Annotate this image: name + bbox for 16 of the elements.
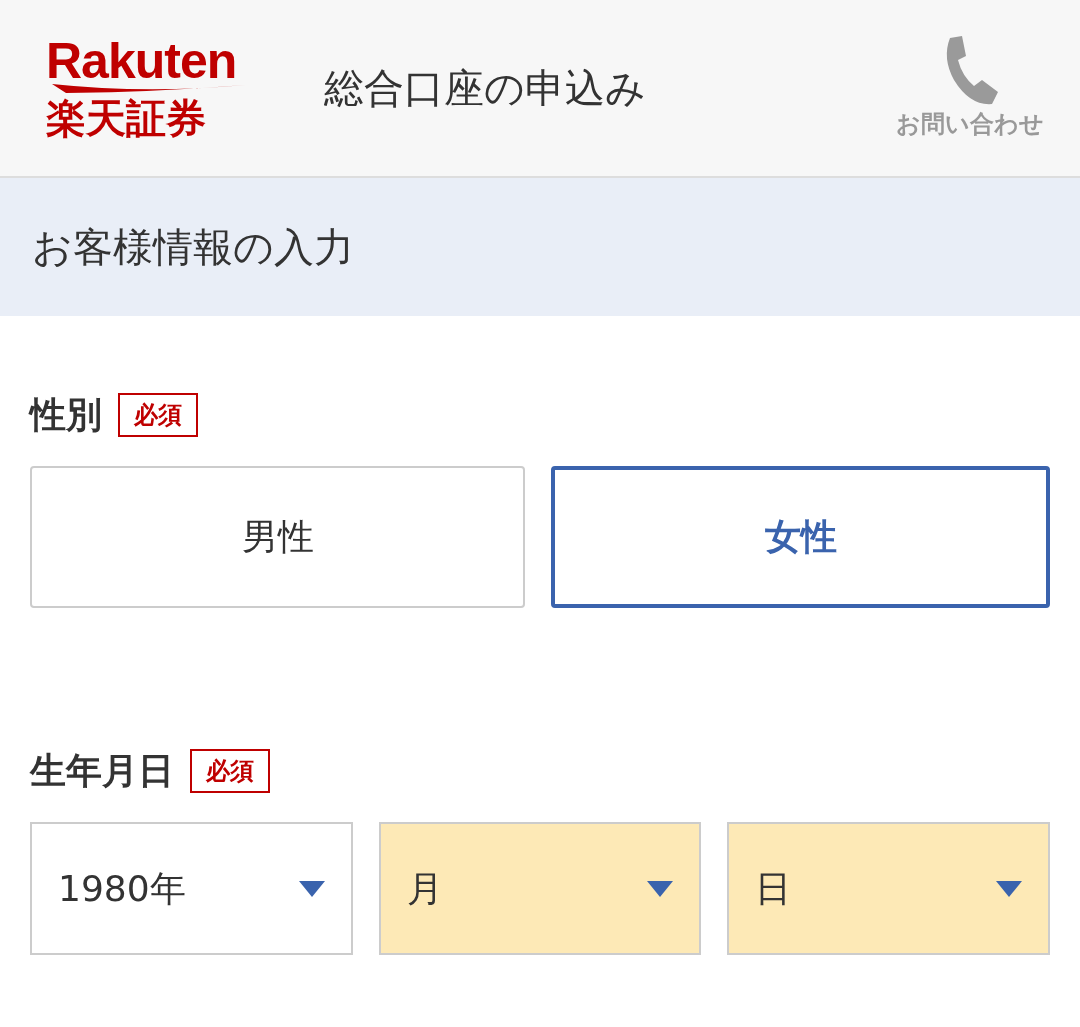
select-field[interactable]: 1980年: [30, 822, 353, 955]
caret-icon: [647, 880, 674, 897]
company-name: 楽天証券: [46, 96, 207, 140]
brand-logo-text: Rakuten: [46, 36, 238, 86]
caret-icon: [996, 880, 1022, 897]
caret-icon: [298, 880, 325, 897]
select-field[interactable]: 日: [727, 822, 1050, 955]
field-label: 生年月日: [30, 749, 174, 793]
select-field[interactable]: 月: [378, 822, 702, 955]
required-tag: 必須: [118, 392, 198, 438]
required-tag: 必須: [190, 748, 270, 794]
option-button[interactable]: 女性: [551, 466, 1050, 608]
field-label: 性別: [30, 393, 102, 437]
section-title: お客様情報の入力: [0, 178, 1080, 316]
option-button[interactable]: 男性: [30, 466, 525, 608]
page-title: 総合口座の申込み: [324, 64, 647, 113]
